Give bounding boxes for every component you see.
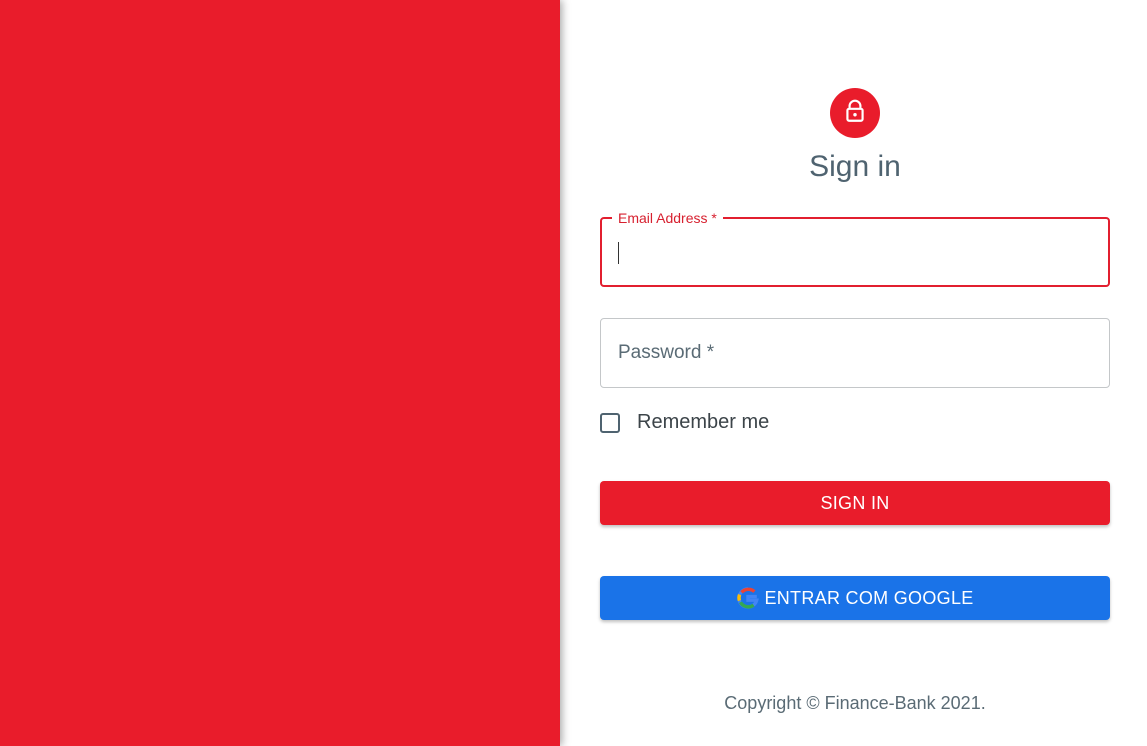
side-banner <box>0 0 560 746</box>
remember-me-option[interactable]: Remember me <box>600 411 769 434</box>
remember-me-checkbox[interactable] <box>600 412 620 433</box>
sign-in-panel: Sign in Email Address * Password * Remem… <box>560 0 1147 746</box>
sign-in-label: SIGN IN <box>820 492 890 513</box>
lock-avatar <box>830 88 880 138</box>
sign-in-button[interactable]: SIGN IN <box>600 481 1110 525</box>
google-sign-in-label: ENTRAR COM GOOGLE <box>764 587 974 608</box>
copyright-text: Copyright © Finance-Bank 2021. <box>724 693 986 713</box>
google-icon <box>736 586 760 610</box>
login-page: Sign in Email Address * Password * Remem… <box>0 0 1147 746</box>
google-sign-in-button[interactable]: ENTRAR COM GOOGLE <box>600 576 1110 620</box>
page-title: Sign in <box>809 150 901 183</box>
email-field[interactable]: Email Address * <box>600 209 1110 287</box>
lock-icon <box>842 98 868 129</box>
password-field[interactable]: Password * <box>600 318 1110 388</box>
remember-me-label: Remember me <box>637 411 770 433</box>
